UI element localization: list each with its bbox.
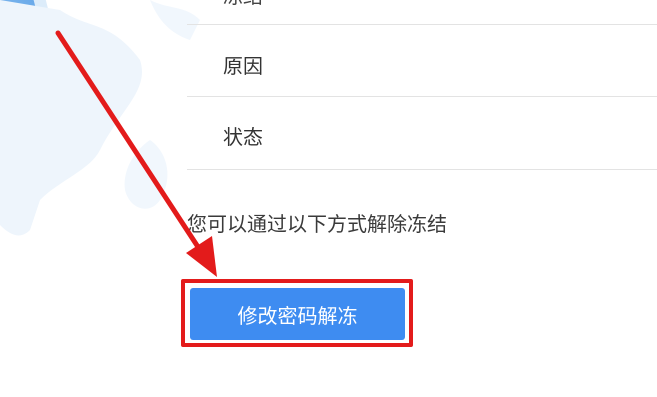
info-row-freeze: 冻结 xyxy=(187,0,657,25)
info-row-reason: 原因 xyxy=(187,24,657,97)
row-label-freeze: 冻结 xyxy=(223,0,263,9)
row-label-reason: 原因 xyxy=(223,54,263,78)
page: 冻结 原因 状态 您可以通过以下方式解除冻结 修改密码解冻 xyxy=(0,0,657,397)
info-row-status: 状态 xyxy=(187,97,657,170)
unfreeze-hint: 您可以通过以下方式解除冻结 xyxy=(187,212,447,236)
row-label-status: 状态 xyxy=(223,125,263,149)
change-password-unfreeze-button[interactable]: 修改密码解冻 xyxy=(190,288,405,340)
